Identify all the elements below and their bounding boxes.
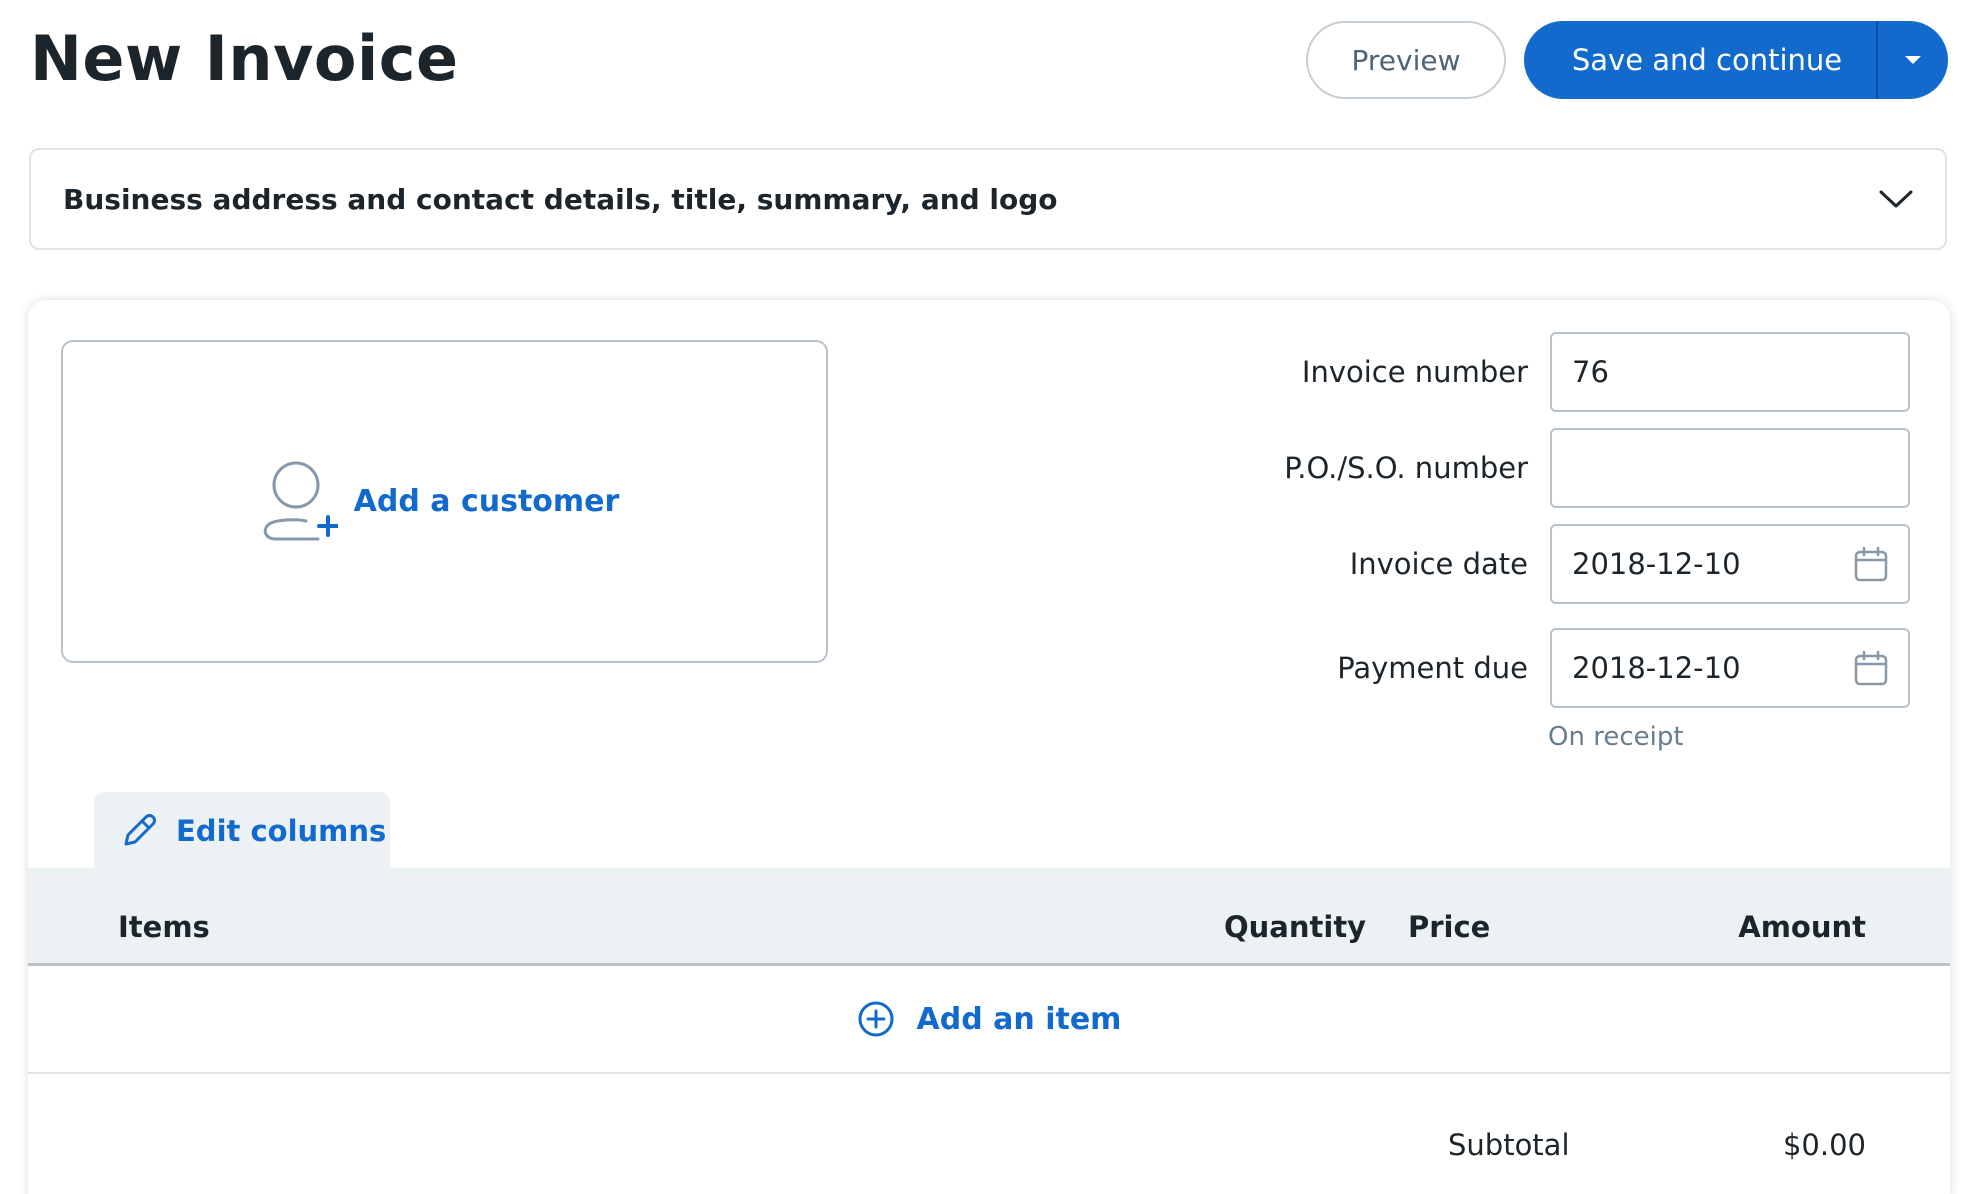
save-and-continue-split-button: Save and continue xyxy=(1524,21,1948,99)
subtotal-label: Subtotal xyxy=(1448,1128,1570,1162)
edit-columns-button[interactable]: Edit columns xyxy=(94,792,390,870)
invoice-number-input[interactable]: 76 xyxy=(1550,332,1910,412)
business-details-section-toggle[interactable]: Business address and contact details, ti… xyxy=(29,148,1947,250)
add-item-label: Add an item xyxy=(916,1001,1122,1037)
items-table-header: Items Quantity Price Amount xyxy=(28,868,1950,966)
chevron-down-icon xyxy=(1879,190,1913,208)
add-customer-label: Add a customer xyxy=(353,484,620,519)
invoice-number-row: Invoice number 76 xyxy=(1188,332,1910,412)
pencil-icon xyxy=(124,814,156,846)
save-options-dropdown[interactable] xyxy=(1878,21,1948,99)
edit-columns-label: Edit columns xyxy=(176,814,387,848)
invoice-card: Add a customer Invoice number 76 P.O./S.… xyxy=(28,300,1950,1194)
po-so-number-row: P.O./S.O. number xyxy=(1188,428,1910,508)
save-and-continue-button[interactable]: Save and continue xyxy=(1524,21,1876,99)
plus-circle-icon xyxy=(858,1001,894,1037)
invoice-date-input[interactable]: 2018-12-10 xyxy=(1550,524,1910,604)
payment-due-row: Payment due 2018-12-10 xyxy=(1188,628,1910,708)
add-customer-box[interactable]: Add a customer xyxy=(61,340,828,663)
column-header-amount: Amount xyxy=(1738,910,1866,944)
invoice-number-label: Invoice number xyxy=(1301,355,1528,389)
calendar-icon[interactable] xyxy=(1854,546,1888,582)
add-item-button[interactable]: Add an item xyxy=(28,966,1950,1074)
invoice-number-value: 76 xyxy=(1572,355,1609,389)
payment-due-value: 2018-12-10 xyxy=(1572,651,1741,685)
subtotal-value: $0.00 xyxy=(1782,1128,1866,1162)
column-header-price: Price xyxy=(1408,910,1491,944)
invoice-date-label: Invoice date xyxy=(1349,547,1528,581)
po-so-number-input[interactable] xyxy=(1550,428,1910,508)
preview-button[interactable]: Preview xyxy=(1306,21,1506,99)
po-so-number-label: P.O./S.O. number xyxy=(1284,451,1528,485)
column-header-items: Items xyxy=(118,910,210,944)
payment-due-label: Payment due xyxy=(1337,651,1528,685)
payment-due-input[interactable]: 2018-12-10 xyxy=(1550,628,1910,708)
invoice-page: New Invoice Preview Save and continue Bu… xyxy=(0,0,1964,1194)
column-header-quantity: Quantity xyxy=(1224,910,1367,944)
calendar-icon[interactable] xyxy=(1854,650,1888,686)
business-details-title: Business address and contact details, ti… xyxy=(63,182,1058,216)
payment-due-hint: On receipt xyxy=(1548,722,1684,752)
caret-down-icon xyxy=(1905,56,1921,64)
invoice-date-row: Invoice date 2018-12-10 xyxy=(1188,524,1910,604)
invoice-date-value: 2018-12-10 xyxy=(1572,547,1741,581)
add-user-icon xyxy=(263,461,338,540)
page-title: New Invoice xyxy=(30,22,459,95)
